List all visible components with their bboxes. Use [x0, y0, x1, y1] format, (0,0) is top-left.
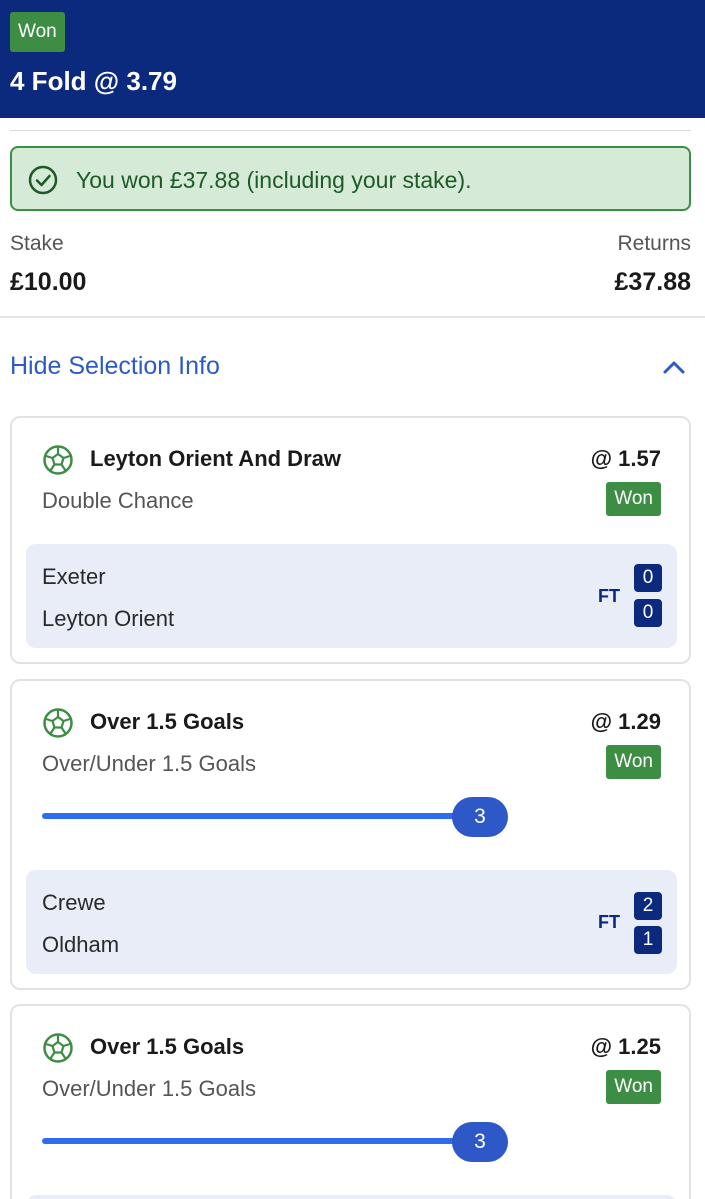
chevron-up-icon[interactable]: [660, 357, 688, 377]
goals-tracker: 3: [42, 797, 508, 837]
away-score: 1: [634, 926, 662, 954]
check-circle-icon: [28, 165, 58, 195]
selection-card: Leyton Orient And Draw @ 1.57 Double Cha…: [10, 416, 691, 664]
full-time-label: FT: [598, 586, 620, 606]
selection-status-badge: Won: [606, 1070, 661, 1104]
goals-count: 3: [452, 1122, 508, 1162]
selection-status-badge: Won: [606, 745, 661, 779]
goals-progress-bar: [42, 813, 482, 819]
scoreboard: Exeter Leyton Orient FT 0 0: [26, 544, 677, 648]
away-team: Oldham: [42, 932, 120, 957]
win-message: You won £37.88 (including your stake).: [76, 167, 472, 193]
away-score: 0: [634, 599, 662, 627]
returns-value: £37.88: [614, 268, 691, 296]
goals-count: 3: [452, 797, 508, 837]
selection-name: Over 1.5 Goals: [90, 1034, 245, 1059]
returns-label: Returns: [617, 232, 691, 255]
bet-title: 4 Fold @ 3.79: [10, 66, 177, 96]
bet-status-badge: Won: [10, 12, 65, 52]
market-name: Over/Under 1.5 Goals: [42, 751, 256, 776]
selection-odds: @ 1.29: [590, 709, 661, 734]
scoreboard: Crewe Oldham FT 2 1: [26, 870, 677, 974]
full-time-label: FT: [598, 912, 620, 932]
home-score: 0: [634, 564, 662, 592]
football-icon: [43, 1033, 73, 1063]
selection-odds: @ 1.57: [590, 446, 661, 471]
bet-header: Won 4 Fold @ 3.79: [0, 0, 705, 118]
stake-value: £10.00: [10, 268, 87, 296]
football-icon: [43, 708, 73, 738]
win-banner: You won £37.88 (including your stake).: [10, 146, 691, 211]
away-team: Leyton Orient: [42, 606, 175, 631]
selection-odds: @ 1.25: [590, 1034, 661, 1059]
selection-card: Over 1.5 Goals @ 1.29 Over/Under 1.5 Goa…: [10, 679, 691, 990]
scoreboard: [26, 1195, 677, 1199]
market-name: Double Chance: [42, 488, 194, 513]
divider: [10, 130, 691, 131]
goals-tracker: 3: [42, 1122, 508, 1162]
divider: [0, 316, 705, 318]
market-name: Over/Under 1.5 Goals: [42, 1076, 256, 1101]
home-team: Crewe: [42, 890, 106, 915]
selection-status-badge: Won: [606, 482, 661, 516]
selection-name: Over 1.5 Goals: [90, 709, 245, 734]
stake-label: Stake: [10, 232, 64, 255]
home-score: 2: [634, 892, 662, 920]
selection-card: Over 1.5 Goals @ 1.25 Over/Under 1.5 Goa…: [10, 1004, 691, 1199]
goals-progress-bar: [42, 1138, 482, 1144]
home-team: Exeter: [42, 564, 106, 589]
hide-selection-info-link[interactable]: Hide Selection Info: [10, 352, 220, 381]
football-icon: [43, 445, 73, 475]
selection-name: Leyton Orient And Draw: [90, 446, 341, 471]
